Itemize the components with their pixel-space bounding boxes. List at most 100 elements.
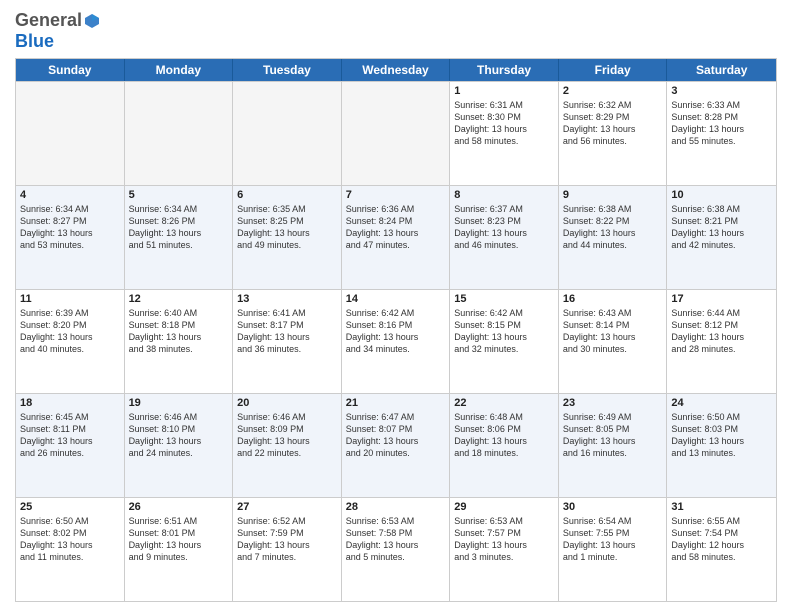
calendar-cell-0-1	[125, 82, 234, 185]
logo-flag-icon	[83, 12, 101, 30]
day-info: Sunrise: 6:55 AM Sunset: 7:54 PM Dayligh…	[671, 515, 772, 564]
day-info: Sunrise: 6:50 AM Sunset: 8:03 PM Dayligh…	[671, 411, 772, 460]
calendar-cell-4-2: 27Sunrise: 6:52 AM Sunset: 7:59 PM Dayli…	[233, 498, 342, 601]
day-number: 19	[129, 397, 229, 409]
calendar-cell-0-6: 3 Sunrise: 6:33 AM Sunset: 8:28 PM Daylig…	[667, 82, 776, 185]
day-info: Sunrise: 6:38 AM Sunset: 8:21 PM Dayligh…	[671, 203, 772, 252]
day-info: Sunrise: 6:38 AM Sunset: 8:22 PM Dayligh…	[563, 203, 663, 252]
day-number: 24	[671, 397, 772, 409]
calendar-cell-3-5: 23 Sunrise: 6:49 AM Sunset: 8:05 PM Dayli…	[559, 394, 668, 497]
day-info: Sunrise: 6:43 AM Sunset: 8:14 PM Dayligh…	[563, 307, 663, 356]
day-number: 17	[671, 293, 772, 305]
day-info: Sunrise: 6:46 AM Sunset: 8:09 PM Dayligh…	[237, 411, 337, 460]
day-info: Sunrise: 6:47 AM Sunset: 8:07 PM Dayligh…	[346, 411, 446, 460]
calendar-body: 1Sunrise: 6:31 AM Sunset: 8:30 PM Daylig…	[16, 81, 776, 601]
day-number: 5	[129, 189, 229, 201]
day-info: Sunrise: 6:51 AM Sunset: 8:01 PM Dayligh…	[129, 515, 229, 564]
page: General Blue SundayMondayTuesdayWednesda…	[0, 0, 792, 612]
day-number: 11	[20, 293, 120, 305]
calendar-cell-0-5: 2 Sunrise: 6:32 AM Sunset: 8:29 PM Daylig…	[559, 82, 668, 185]
header: General Blue	[15, 10, 777, 52]
day-info: Sunrise: 6:37 AM Sunset: 8:23 PM Dayligh…	[454, 203, 554, 252]
day-number: 1	[454, 85, 554, 97]
day-info: Sunrise: 6:44 AM Sunset: 8:12 PM Dayligh…	[671, 307, 772, 356]
day-info: Sunrise: 6:33 AM Sunset: 8:28 PM Dayligh…	[671, 99, 772, 148]
calendar-cell-4-5: 30Sunrise: 6:54 AM Sunset: 7:55 PM Dayli…	[559, 498, 668, 601]
calendar-row-4: 25Sunrise: 6:50 AM Sunset: 8:02 PM Dayli…	[16, 497, 776, 601]
logo: General Blue	[15, 10, 101, 52]
day-number: 6	[237, 189, 337, 201]
calendar-header-friday: Friday	[559, 59, 668, 81]
calendar-row-3: 18 Sunrise: 6:45 AM Sunset: 8:11 PM Dayli…	[16, 393, 776, 497]
day-number: 2	[563, 85, 663, 97]
calendar-row-0: 1Sunrise: 6:31 AM Sunset: 8:30 PM Daylig…	[16, 81, 776, 185]
day-number: 27	[237, 501, 337, 513]
calendar-cell-1-5: 9 Sunrise: 6:38 AM Sunset: 8:22 PM Daylig…	[559, 186, 668, 289]
calendar-cell-4-1: 26 Sunrise: 6:51 AM Sunset: 8:01 PM Dayli…	[125, 498, 234, 601]
day-number: 14	[346, 293, 446, 305]
calendar-cell-1-4: 8Sunrise: 6:37 AM Sunset: 8:23 PM Daylig…	[450, 186, 559, 289]
calendar-cell-0-2	[233, 82, 342, 185]
day-info: Sunrise: 6:32 AM Sunset: 8:29 PM Dayligh…	[563, 99, 663, 148]
calendar-cell-4-6: 31 Sunrise: 6:55 AM Sunset: 7:54 PM Dayli…	[667, 498, 776, 601]
logo-general-text: General	[15, 10, 82, 31]
day-info: Sunrise: 6:34 AM Sunset: 8:27 PM Dayligh…	[20, 203, 120, 252]
calendar-cell-1-0: 4 Sunrise: 6:34 AM Sunset: 8:27 PM Daylig…	[16, 186, 125, 289]
calendar-cell-2-2: 13 Sunrise: 6:41 AM Sunset: 8:17 PM Dayli…	[233, 290, 342, 393]
calendar-header-sunday: Sunday	[16, 59, 125, 81]
calendar-header-monday: Monday	[125, 59, 234, 81]
calendar-cell-4-4: 29 Sunrise: 6:53 AM Sunset: 7:57 PM Dayli…	[450, 498, 559, 601]
calendar-cell-3-0: 18 Sunrise: 6:45 AM Sunset: 8:11 PM Dayli…	[16, 394, 125, 497]
calendar-row-1: 4 Sunrise: 6:34 AM Sunset: 8:27 PM Daylig…	[16, 185, 776, 289]
day-number: 15	[454, 293, 554, 305]
day-number: 31	[671, 501, 772, 513]
day-number: 10	[671, 189, 772, 201]
calendar-cell-3-2: 20 Sunrise: 6:46 AM Sunset: 8:09 PM Dayli…	[233, 394, 342, 497]
day-info: Sunrise: 6:49 AM Sunset: 8:05 PM Dayligh…	[563, 411, 663, 460]
calendar-cell-0-3	[342, 82, 451, 185]
day-number: 9	[563, 189, 663, 201]
day-info: Sunrise: 6:42 AM Sunset: 8:15 PM Dayligh…	[454, 307, 554, 356]
calendar-cell-3-1: 19 Sunrise: 6:46 AM Sunset: 8:10 PM Dayli…	[125, 394, 234, 497]
day-number: 29	[454, 501, 554, 513]
day-info: Sunrise: 6:41 AM Sunset: 8:17 PM Dayligh…	[237, 307, 337, 356]
calendar-cell-1-3: 7Sunrise: 6:36 AM Sunset: 8:24 PM Daylig…	[342, 186, 451, 289]
calendar-cell-1-2: 6 Sunrise: 6:35 AM Sunset: 8:25 PM Daylig…	[233, 186, 342, 289]
day-info: Sunrise: 6:35 AM Sunset: 8:25 PM Dayligh…	[237, 203, 337, 252]
day-number: 12	[129, 293, 229, 305]
day-number: 23	[563, 397, 663, 409]
day-info: Sunrise: 6:54 AM Sunset: 7:55 PM Dayligh…	[563, 515, 663, 564]
calendar-row-2: 11Sunrise: 6:39 AM Sunset: 8:20 PM Dayli…	[16, 289, 776, 393]
day-info: Sunrise: 6:34 AM Sunset: 8:26 PM Dayligh…	[129, 203, 229, 252]
day-info: Sunrise: 6:53 AM Sunset: 7:58 PM Dayligh…	[346, 515, 446, 564]
calendar-cell-3-6: 24 Sunrise: 6:50 AM Sunset: 8:03 PM Dayli…	[667, 394, 776, 497]
calendar-header-wednesday: Wednesday	[342, 59, 451, 81]
calendar-cell-1-6: 10 Sunrise: 6:38 AM Sunset: 8:21 PM Dayli…	[667, 186, 776, 289]
day-info: Sunrise: 6:53 AM Sunset: 7:57 PM Dayligh…	[454, 515, 554, 564]
day-info: Sunrise: 6:46 AM Sunset: 8:10 PM Dayligh…	[129, 411, 229, 460]
day-number: 13	[237, 293, 337, 305]
day-number: 18	[20, 397, 120, 409]
calendar-cell-4-0: 25Sunrise: 6:50 AM Sunset: 8:02 PM Dayli…	[16, 498, 125, 601]
day-info: Sunrise: 6:48 AM Sunset: 8:06 PM Dayligh…	[454, 411, 554, 460]
day-info: Sunrise: 6:42 AM Sunset: 8:16 PM Dayligh…	[346, 307, 446, 356]
calendar-cell-2-3: 14 Sunrise: 6:42 AM Sunset: 8:16 PM Dayli…	[342, 290, 451, 393]
day-number: 26	[129, 501, 229, 513]
calendar: SundayMondayTuesdayWednesdayThursdayFrid…	[15, 58, 777, 602]
day-number: 25	[20, 501, 120, 513]
calendar-cell-1-1: 5 Sunrise: 6:34 AM Sunset: 8:26 PM Daylig…	[125, 186, 234, 289]
day-number: 3	[671, 85, 772, 97]
calendar-cell-3-3: 21Sunrise: 6:47 AM Sunset: 8:07 PM Dayli…	[342, 394, 451, 497]
day-number: 4	[20, 189, 120, 201]
day-number: 20	[237, 397, 337, 409]
calendar-cell-2-5: 16 Sunrise: 6:43 AM Sunset: 8:14 PM Dayli…	[559, 290, 668, 393]
calendar-cell-4-3: 28Sunrise: 6:53 AM Sunset: 7:58 PM Dayli…	[342, 498, 451, 601]
calendar-header-tuesday: Tuesday	[233, 59, 342, 81]
day-info: Sunrise: 6:45 AM Sunset: 8:11 PM Dayligh…	[20, 411, 120, 460]
calendar-cell-2-0: 11Sunrise: 6:39 AM Sunset: 8:20 PM Dayli…	[16, 290, 125, 393]
day-number: 16	[563, 293, 663, 305]
day-info: Sunrise: 6:36 AM Sunset: 8:24 PM Dayligh…	[346, 203, 446, 252]
calendar-header: SundayMondayTuesdayWednesdayThursdayFrid…	[16, 59, 776, 81]
calendar-cell-2-6: 17 Sunrise: 6:44 AM Sunset: 8:12 PM Dayli…	[667, 290, 776, 393]
calendar-cell-0-0	[16, 82, 125, 185]
